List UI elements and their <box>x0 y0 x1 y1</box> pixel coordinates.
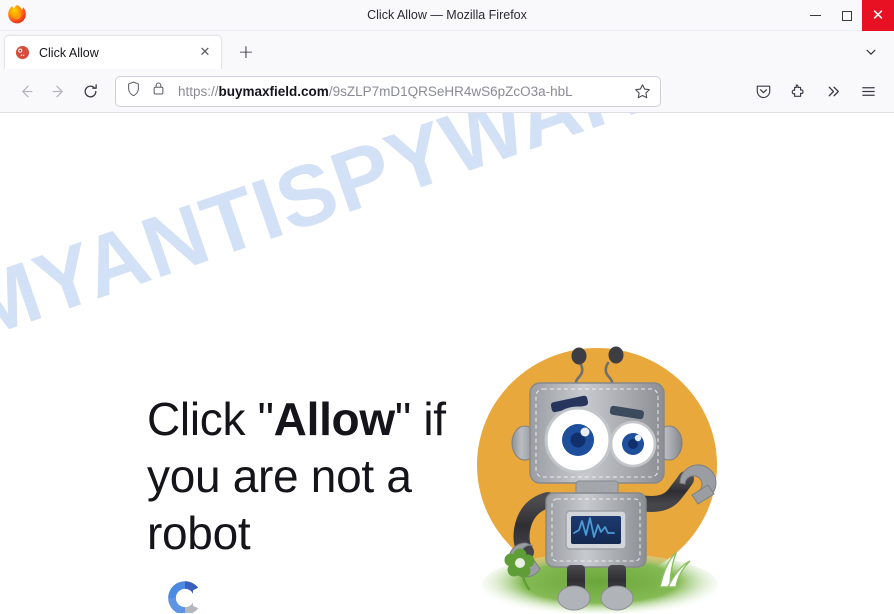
url-text[interactable]: https://buymaxfield.com/9sZLP7mD1QRSeHR4… <box>178 84 632 99</box>
back-button[interactable] <box>10 75 42 107</box>
headline-emphasis: Allow <box>273 393 395 445</box>
minimize-button[interactable] <box>800 0 831 31</box>
url-host: buymaxfield.com <box>218 83 329 99</box>
page-content: MYANTISPYWARE.COM Click "Allow" if you a… <box>0 113 894 613</box>
site-favicon-icon <box>15 45 30 60</box>
hamburger-menu-icon <box>861 86 875 96</box>
url-path: /9sZLP7mD1QRSeHR4wS6pZcO3a-hbL <box>328 83 573 99</box>
bookmark-star-icon[interactable] <box>632 81 652 101</box>
new-tab-button[interactable]: + <box>232 38 260 66</box>
hero-section: Click "Allow" if you are not a robot <box>0 113 894 613</box>
app-menu-button[interactable] <box>852 75 884 107</box>
close-button[interactable]: ✕ <box>862 0 894 31</box>
back-arrow-icon <box>21 85 32 97</box>
minimize-icon <box>810 15 821 16</box>
extensions-button[interactable] <box>782 75 814 107</box>
forward-arrow-icon <box>52 85 63 97</box>
close-icon: ✕ <box>871 6 885 24</box>
cartoon-robot-illustration <box>470 335 740 613</box>
window-title: Click Allow — Mozilla Firefox <box>367 8 527 22</box>
page-headline: Click "Allow" if you are not a robot <box>147 391 477 562</box>
maximize-icon <box>841 10 852 21</box>
chevron-down-icon[interactable] <box>860 41 882 63</box>
padlock-icon[interactable] <box>152 81 165 101</box>
double-chevron-right-icon <box>828 86 839 96</box>
e-captcha-badge: E-CAPTCHA <box>152 576 218 613</box>
overflow-button[interactable] <box>817 75 849 107</box>
pocket-icon <box>756 85 770 98</box>
window-controls: ✕ <box>800 0 894 31</box>
e-captcha-c-logo-icon <box>163 576 207 613</box>
navigation-toolbar: https://buymaxfield.com/9sZLP7mD1QRSeHR4… <box>0 70 894 113</box>
forward-button[interactable] <box>42 75 74 107</box>
toolbar-right-icons <box>747 75 884 107</box>
puzzle-piece-icon <box>791 84 804 97</box>
reload-icon <box>84 83 97 97</box>
address-bar[interactable]: https://buymaxfield.com/9sZLP7mD1QRSeHR4… <box>115 75 661 107</box>
maximize-button[interactable] <box>831 0 862 31</box>
browser-tab[interactable]: Click Allow ✕ <box>4 35 222 69</box>
tab-close-icon[interactable]: ✕ <box>197 45 213 61</box>
pocket-button[interactable] <box>747 75 779 107</box>
shield-icon[interactable] <box>126 81 141 102</box>
title-bar: Click Allow — Mozilla Firefox ✕ <box>0 0 894 31</box>
url-scheme: https:// <box>178 83 219 99</box>
tab-bar: Click Allow ✕ + <box>0 31 894 70</box>
reload-button[interactable] <box>74 75 106 107</box>
firefox-browser-window: Click Allow — Mozilla Firefox ✕ Click Al… <box>0 0 894 614</box>
tab-title: Click Allow <box>39 45 99 60</box>
headline-part1: Click " <box>147 393 274 445</box>
